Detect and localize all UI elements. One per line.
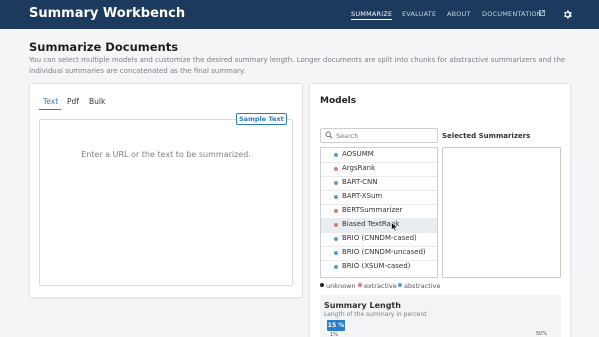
model-item-bart-cnn[interactable]: BART-CNN xyxy=(321,176,437,190)
abstractive-dot xyxy=(334,195,338,199)
tab-bulk[interactable]: Bulk xyxy=(89,97,105,106)
unknown-dot xyxy=(320,283,324,287)
model-label: AOSUMM xyxy=(342,150,374,158)
summary-length-description: Length of the summary in percent xyxy=(324,311,427,318)
legend-label: unknown xyxy=(326,282,356,290)
search-placeholder: Search xyxy=(336,132,359,140)
model-item-argsrank[interactable]: ArgsRank xyxy=(321,162,437,176)
selected-summarizers-title: Selected Summarizers xyxy=(442,132,531,140)
summary-length-title: Summary Length xyxy=(324,301,401,310)
page-title: Summarize Documents xyxy=(29,40,179,54)
nav-evaluate[interactable]: EVALUATE xyxy=(402,10,436,18)
model-item-brio-cnndm-cased[interactable]: BRIO (CNNDM-cased) xyxy=(321,232,437,246)
legend-label: extractive xyxy=(364,282,397,290)
app-brand[interactable]: Summary Workbench xyxy=(29,6,185,21)
model-list[interactable]: AOSUMM ArgsRank BART-CNN BART-XSum BERTS… xyxy=(320,147,438,278)
model-item-brio-xsum-cased[interactable]: BRIO (XSUM-cased) xyxy=(321,260,437,274)
summary-length-value-badge[interactable]: 15 % xyxy=(327,320,345,331)
model-label: BRIO (CNNDM-cased) xyxy=(342,234,417,242)
extractive-dot xyxy=(358,283,362,287)
extractive-dot xyxy=(334,223,338,227)
nav-about[interactable]: ABOUT xyxy=(447,10,471,18)
model-item-biased-textrank[interactable]: Biased TextRank xyxy=(321,218,437,232)
abstractive-dot xyxy=(398,283,402,287)
model-item-bertsummarizer[interactable]: BERTSummarizer xyxy=(321,204,437,218)
models-title: Models xyxy=(320,96,357,106)
slider-max-label: 50% xyxy=(536,331,548,337)
model-label: BRIO (XSUM-cased) xyxy=(342,262,411,270)
search-icon xyxy=(325,131,333,139)
abstractive-dot xyxy=(334,181,338,185)
external-link-icon xyxy=(539,10,545,16)
nav-documentation[interactable]: DOCUMENTATION xyxy=(482,10,542,18)
legend-extractive: extractive xyxy=(358,282,397,290)
legend-abstractive: abstractive xyxy=(398,282,440,290)
active-tab-indicator xyxy=(39,109,61,110)
slider-min-label: 1% xyxy=(330,332,338,337)
tab-text[interactable]: Text xyxy=(43,97,58,106)
text-input-placeholder: Enter a URL or the text to be summarized… xyxy=(81,150,251,159)
page-description: You can select multiple models and custo… xyxy=(29,56,566,75)
extractive-dot xyxy=(334,167,338,171)
abstractive-dot xyxy=(334,153,338,157)
model-item-aosumm[interactable]: AOSUMM xyxy=(321,148,437,162)
tab-pdf[interactable]: Pdf xyxy=(67,97,79,106)
mouse-cursor-icon xyxy=(391,222,399,232)
model-item-bart-xsum[interactable]: BART-XSum xyxy=(321,190,437,204)
model-label: BRIO (CNNDM-uncased) xyxy=(342,248,426,256)
sample-text-button[interactable]: Sample Text xyxy=(236,113,287,125)
text-input-area[interactable] xyxy=(39,119,293,286)
extractive-dot xyxy=(334,209,338,213)
model-label: ArgsRank xyxy=(342,164,376,172)
abstractive-dot xyxy=(334,237,338,241)
gear-icon[interactable] xyxy=(562,9,573,20)
nav-summarize[interactable]: SUMMARIZE xyxy=(351,10,393,20)
legend-label: abstractive xyxy=(404,282,441,290)
abstractive-dot xyxy=(334,265,338,269)
model-label: BERTSummarizer xyxy=(342,206,403,214)
abstractive-dot xyxy=(334,251,338,255)
model-item-brio-cnndm-uncased[interactable]: BRIO (CNNDM-uncased) xyxy=(321,246,437,260)
legend-unknown: unknown xyxy=(320,282,356,290)
model-label: BART-XSum xyxy=(342,192,383,200)
model-label: BART-CNN xyxy=(342,178,378,186)
selected-summarizers-box[interactable] xyxy=(442,147,561,278)
